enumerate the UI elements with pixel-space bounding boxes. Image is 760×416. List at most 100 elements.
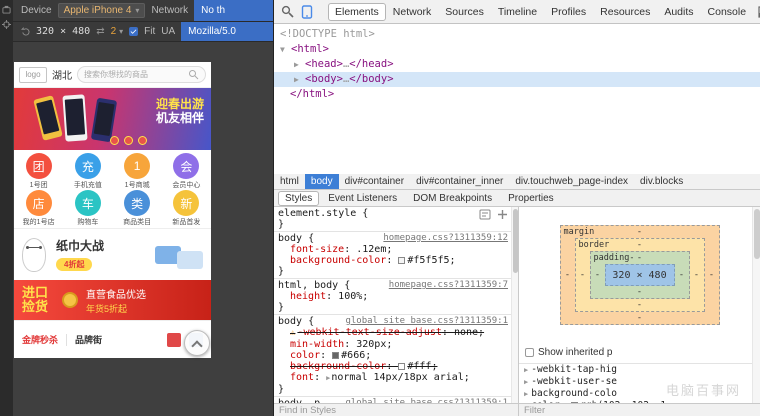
css-property[interactable]: ⚠-webkit-text-size-adjust: none; <box>278 327 508 339</box>
css-property[interactable]: font-size: .12em; <box>278 244 508 255</box>
expand-arrow-icon[interactable]: ▼ <box>280 42 291 57</box>
region-selector[interactable]: 湖北 <box>52 67 72 82</box>
sidebar-tab-properties[interactable]: Properties <box>501 191 561 206</box>
fit-checkbox[interactable] <box>129 27 138 36</box>
css-property[interactable]: font: ▶normal 14px/18px arial; <box>278 372 508 384</box>
padding-left-value[interactable]: - <box>591 264 605 286</box>
nav-item[interactable]: 11号商城 <box>113 153 162 190</box>
nav-item[interactable]: 会会员中心 <box>162 153 211 190</box>
rule-selector[interactable]: element.style { <box>278 208 508 219</box>
nav-item[interactable]: 店我的1号店 <box>14 190 63 227</box>
tab-sources[interactable]: Sources <box>438 3 491 21</box>
toggle-device-mode-icon[interactable] <box>298 3 316 21</box>
viewport-dimensions[interactable]: 320 × 480 <box>36 26 90 37</box>
bottom-tab[interactable]: 金牌秒杀 <box>22 333 58 346</box>
camera-icon[interactable] <box>2 5 11 14</box>
nav-item[interactable]: 车购物车 <box>63 190 112 227</box>
expand-arrow-icon[interactable]: ▶ <box>294 57 305 72</box>
boxmodel-margin[interactable]: margin - - border - - padding- <box>560 225 720 325</box>
tab-elements[interactable]: Elements <box>328 3 386 21</box>
bottom-tab[interactable]: 品牌街 <box>75 333 102 346</box>
sidebar-tab-event-listeners[interactable]: Event Listeners <box>321 191 404 206</box>
nav-item[interactable]: 充手机充值 <box>63 153 112 190</box>
rule-selector[interactable]: html, body { <box>278 280 384 291</box>
import-promo-banner[interactable]: 进口捡货 直营食品优选 年货5折起 <box>14 280 211 320</box>
tab-resources[interactable]: Resources <box>593 3 657 21</box>
tab-audits[interactable]: Audits <box>657 3 700 21</box>
css-property[interactable]: height: 100%; <box>278 291 508 302</box>
rule-selector[interactable]: body { <box>278 233 378 244</box>
breadcrumb-html[interactable]: html <box>274 174 305 189</box>
html-open-line[interactable]: ▼<html> <box>274 42 760 57</box>
expand-arrow-icon[interactable]: ▶ <box>524 378 528 386</box>
find-styles-input[interactable]: Find in Styles <box>274 403 518 416</box>
scrollbar-thumb[interactable] <box>754 209 760 259</box>
device-label[interactable]: Device <box>21 5 52 16</box>
computed-property[interactable]: ▶-webkit-tap-hig <box>519 364 760 376</box>
new-style-rule-icon[interactable] <box>497 209 508 220</box>
nav-item[interactable]: 新新品首发 <box>162 190 211 227</box>
show-inherited-checkbox[interactable] <box>525 348 534 357</box>
css-property[interactable]: color: #666; <box>278 350 508 361</box>
site-logo[interactable]: logo <box>19 67 47 83</box>
margin-left-value[interactable]: - <box>561 238 575 312</box>
crosshair-icon[interactable] <box>2 20 11 29</box>
rule-selector[interactable]: body { <box>278 316 340 327</box>
margin-right-value[interactable]: - <box>705 238 719 312</box>
css-property[interactable]: background-color: #f5f5f5; <box>278 255 508 266</box>
tab-profiles[interactable]: Profiles <box>544 3 593 21</box>
computed-scrollbar[interactable] <box>752 207 760 403</box>
body-line-selected[interactable]: ▶<body>…</body> <box>274 72 760 87</box>
scroll-top-button[interactable] <box>184 330 210 356</box>
expand-arrow-icon[interactable]: ▶ <box>524 390 528 398</box>
color-swatch[interactable] <box>332 352 339 359</box>
padding-bottom-value[interactable]: - <box>591 286 689 298</box>
rotate-icon[interactable] <box>21 27 30 36</box>
tab-network[interactable]: Network <box>386 3 439 21</box>
search-input[interactable]: 搜索你想找的商品 <box>77 66 206 83</box>
sidebar-tab-styles[interactable]: Styles <box>278 191 319 206</box>
expand-arrow-icon[interactable]: ▶ <box>294 72 305 87</box>
breadcrumb-body[interactable]: body <box>305 174 339 189</box>
boxmodel-border[interactable]: border - - padding- - - 3 <box>575 238 705 312</box>
color-swatch[interactable] <box>398 363 405 370</box>
network-throttle-select[interactable]: No th <box>194 0 273 21</box>
border-right-value[interactable]: - <box>690 251 704 299</box>
breadcrumb-div-touchweb-page-index[interactable]: div.touchweb_page-index <box>509 174 634 189</box>
breadcrumb-div-container-inner[interactable]: div#container_inner <box>410 174 509 189</box>
sidebar-tab-dom-breakpoints[interactable]: DOM Breakpoints <box>406 191 499 206</box>
padding-right-value[interactable]: - <box>675 264 689 286</box>
expand-arrow-icon[interactable]: ▶ <box>524 366 528 374</box>
expand-arrow-icon[interactable]: ▶ <box>326 374 330 382</box>
css-property[interactable]: min-width: 320px; <box>278 339 508 350</box>
device-select[interactable]: Apple iPhone 4 ▾ <box>58 3 146 18</box>
border-bottom-value[interactable]: - <box>576 299 704 311</box>
nav-item[interactable]: 类商品类目 <box>113 190 162 227</box>
boxmodel-content[interactable]: 320 × 480 <box>605 264 675 286</box>
breadcrumb-div-blocks[interactable]: div.blocks <box>634 174 689 189</box>
html-close-line[interactable]: </html> <box>274 87 760 102</box>
css-file-link[interactable]: global_site_base.css?1311359:1 <box>345 316 508 327</box>
ua-select[interactable]: Mozilla/5.0 <box>181 22 273 41</box>
element-state-icon[interactable] <box>479 209 491 220</box>
tab-console[interactable]: Console <box>701 3 754 21</box>
css-property[interactable]: background-color: #fff; <box>278 361 508 372</box>
tissue-banner[interactable]: 纸巾大战 4折起 <box>14 228 211 280</box>
doctype-line[interactable]: <!DOCTYPE html> <box>274 27 760 42</box>
console-drawer-icon[interactable] <box>755 3 760 21</box>
inspect-element-icon[interactable] <box>278 3 296 21</box>
boxmodel-padding[interactable]: padding- - - 320 × 480 - - <box>590 251 690 299</box>
hero-banner[interactable]: 迎春出游 机友相伴 <box>14 88 211 150</box>
margin-bottom-value[interactable]: - <box>561 312 719 324</box>
css-file-link[interactable]: homepage.css?1311359:7 <box>389 280 508 291</box>
breadcrumb-div-container[interactable]: div#container <box>339 174 410 189</box>
head-line[interactable]: ▶<head>…</head> <box>274 57 760 72</box>
styles-scrollbar[interactable] <box>511 207 518 403</box>
scrollbar-thumb[interactable] <box>513 209 518 273</box>
border-left-value[interactable]: - <box>576 251 590 299</box>
zoom-select[interactable]: 2 ▾ <box>111 26 124 37</box>
nav-item[interactable]: 团1号团 <box>14 153 63 190</box>
swap-dimensions-icon[interactable]: ⇄ <box>96 26 104 37</box>
color-swatch[interactable] <box>398 257 405 264</box>
css-file-link[interactable]: homepage.css?1311359:12 <box>383 233 508 244</box>
